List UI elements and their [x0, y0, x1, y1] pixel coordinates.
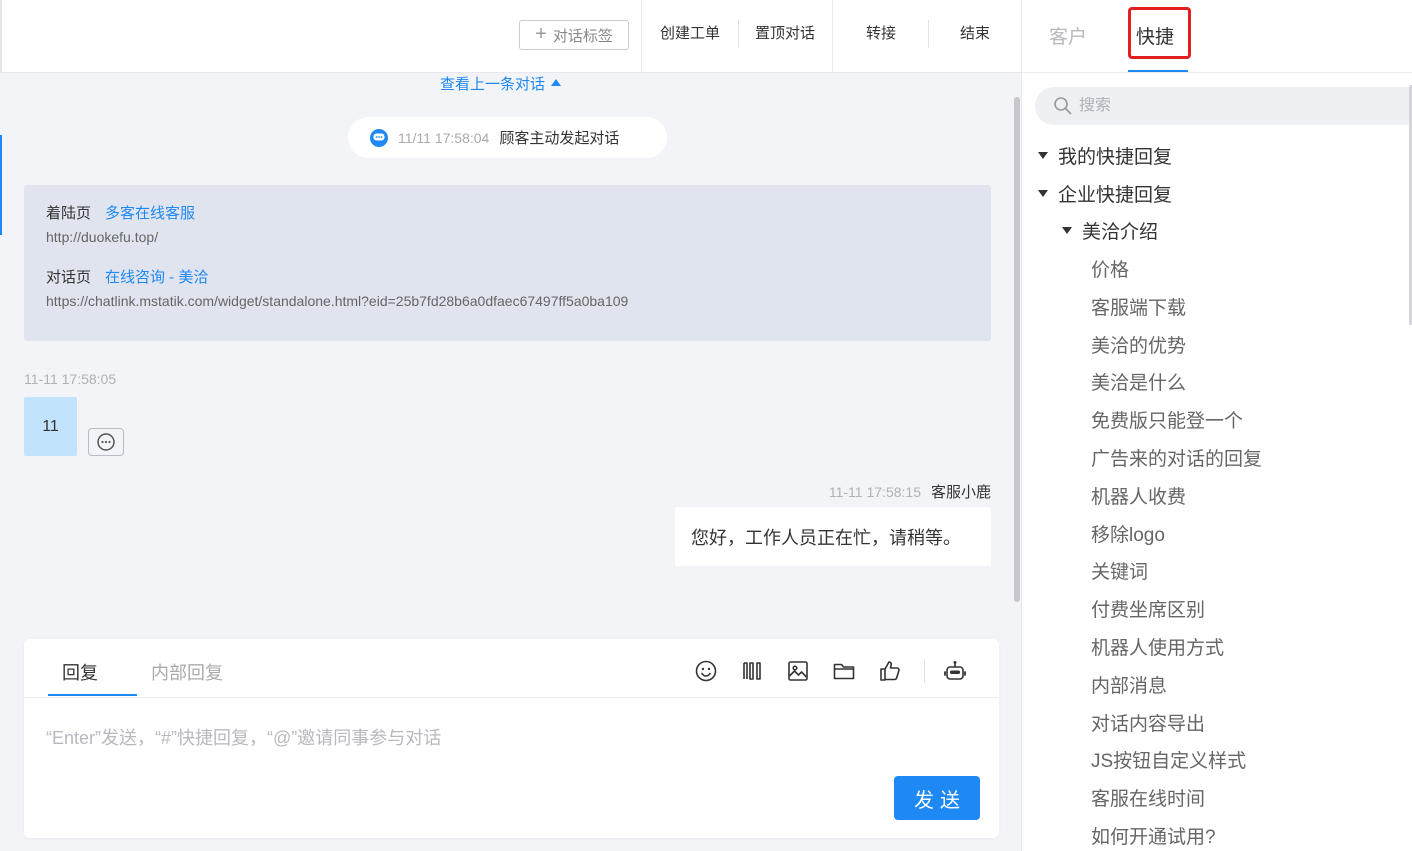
system-notice-text: 顾客主动发起对话 — [499, 130, 620, 147]
agent-name: 客服小鹿 — [930, 484, 991, 501]
send-button[interactable]: 发送 — [894, 776, 980, 820]
quick-reply-item[interactable]: 美洽的优势 — [1091, 331, 1186, 358]
quick-reply-item[interactable]: JS按钮自定义样式 — [1091, 746, 1246, 773]
message-time: 11-11 17:58:05 — [24, 371, 117, 387]
landing-page-url: http://duokefu.top/ — [46, 229, 159, 245]
view-previous-conversation-link[interactable]: 查看上一条对话 — [440, 73, 562, 94]
quick-reply-item[interactable]: 机器人收费 — [1091, 482, 1186, 509]
quick-reply-item[interactable]: 对话内容导出 — [1091, 709, 1205, 736]
chat-page-label: 对话页 — [46, 268, 92, 286]
chat-bubble-icon — [370, 128, 388, 147]
system-notice: 11/11 17:58:04 顾客主动发起对话 — [348, 117, 667, 158]
quick-reply-item[interactable]: 客服在线时间 — [1091, 784, 1205, 811]
image-icon[interactable] — [786, 659, 810, 683]
tab-internal-reply[interactable]: 内部回复 — [151, 659, 223, 685]
chat-scrollbar[interactable] — [1014, 97, 1020, 602]
tab-quick-reply[interactable]: 快捷 — [1136, 22, 1174, 49]
quick-reply-item[interactable]: 价格 — [1091, 255, 1129, 282]
quick-reply-item[interactable]: 付费坐席区别 — [1091, 595, 1205, 622]
conversation-tag-button[interactable]: + 对话标签 — [519, 20, 629, 50]
toolbar-separator — [924, 659, 925, 683]
composer-tabs: 回复 内部回复 — [24, 639, 999, 698]
quick-reply-item[interactable]: 客服端下载 — [1091, 293, 1186, 320]
header-divider — [641, 0, 642, 73]
search-icon — [1054, 97, 1072, 115]
active-indicator — [0, 135, 2, 235]
system-notice-time: 11/11 17:58:04 — [398, 129, 490, 146]
quick-reply-panel: 客户 快捷 我的快捷回复 企业快捷回复 美洽介绍 价格 客服端下载 美洽的优势 … — [1021, 0, 1412, 851]
caret-down-icon — [1038, 152, 1048, 159]
tree-node-my-replies[interactable]: 我的快捷回复 — [1038, 142, 1172, 169]
thumbs-up-icon[interactable] — [878, 659, 902, 683]
quick-reply-item[interactable]: 机器人使用方式 — [1091, 633, 1224, 660]
landing-page-row: 着陆页 多客在线客服 — [46, 201, 969, 223]
conversation-tag-label: 对话标签 — [552, 27, 613, 45]
view-previous-label: 查看上一条对话 — [440, 76, 546, 93]
tree-node-label: 我的快捷回复 — [1058, 147, 1173, 168]
quick-reply-item[interactable]: 如何开通试用? — [1091, 822, 1216, 849]
chat-panel: + 对话标签 创建工单 置顶对话 转接 结束 查看上一条对话 11/11 17:… — [0, 0, 1021, 851]
message-composer: 回复 内部回复 发送 — [24, 639, 999, 838]
pin-conversation-button[interactable]: 置顶对话 — [742, 0, 828, 73]
tab-reply[interactable]: 回复 — [62, 659, 98, 685]
quick-reply-item[interactable]: 免费版只能登一个 — [1091, 406, 1243, 433]
quick-reply-item[interactable]: 美洽是什么 — [1091, 368, 1186, 395]
message-options-button[interactable] — [88, 428, 124, 456]
caret-down-icon — [1038, 190, 1048, 197]
quick-text-icon[interactable] — [740, 659, 764, 683]
quick-reply-item[interactable]: 移除logo — [1091, 520, 1165, 547]
caret-up-icon — [551, 79, 562, 86]
quick-reply-item[interactable]: 关键词 — [1091, 557, 1148, 584]
header-divider — [832, 0, 833, 73]
active-tab-underline — [48, 694, 137, 696]
chat-dots-icon — [97, 433, 115, 451]
message-input[interactable] — [46, 708, 976, 768]
caret-down-icon — [1062, 227, 1072, 234]
header-separator — [928, 20, 929, 48]
right-panel-tabs: 客户 快捷 — [1022, 0, 1412, 73]
landing-page-label: 着陆页 — [46, 204, 92, 222]
chat-page-row: 对话页 在线咨询 - 美洽 — [46, 265, 969, 287]
folder-icon[interactable] — [832, 659, 856, 683]
message-time: 11-11 17:58:15 — [828, 483, 921, 500]
transfer-button[interactable]: 转接 — [838, 0, 924, 73]
tree-node-meiqia-intro[interactable]: 美洽介绍 — [1062, 217, 1158, 244]
tree-node-label: 企业快捷回复 — [1058, 185, 1173, 206]
search-input[interactable] — [1079, 97, 1379, 115]
quick-reply-item[interactable]: 内部消息 — [1091, 671, 1167, 698]
agent-message-bubble: 您好，工作人员正在忙，请稍等。 — [675, 507, 991, 566]
header-separator — [738, 20, 739, 48]
emoji-icon[interactable] — [694, 659, 718, 683]
plus-icon: + — [535, 23, 547, 45]
create-ticket-button[interactable]: 创建工单 — [647, 0, 733, 73]
customer-message-bubble: 11 — [24, 397, 77, 456]
tab-customer[interactable]: 客户 — [1049, 22, 1087, 49]
chat-page-url: https://chatlink.mstatik.com/widget/stan… — [46, 293, 629, 309]
chat-page-title-link[interactable]: 在线咨询 - 美洽 — [105, 266, 208, 287]
tree-node-company-replies[interactable]: 企业快捷回复 — [1038, 180, 1172, 207]
quick-reply-search — [1035, 87, 1412, 125]
end-conversation-button[interactable]: 结束 — [932, 0, 1018, 73]
quick-reply-item[interactable]: 广告来的对话的回复 — [1091, 444, 1262, 471]
visit-info-card: 着陆页 多客在线客服 http://duokefu.top/ 对话页 在线咨询 … — [24, 185, 991, 341]
tree-node-label: 美洽介绍 — [1082, 222, 1159, 243]
agent-message-meta: 11-11 17:58:15 客服小鹿 — [829, 481, 991, 502]
robot-icon[interactable] — [943, 659, 967, 683]
chat-header: + 对话标签 创建工单 置顶对话 转接 结束 — [0, 0, 1021, 73]
active-tab-underline — [1128, 70, 1188, 72]
landing-page-title-link[interactable]: 多客在线客服 — [105, 202, 195, 223]
